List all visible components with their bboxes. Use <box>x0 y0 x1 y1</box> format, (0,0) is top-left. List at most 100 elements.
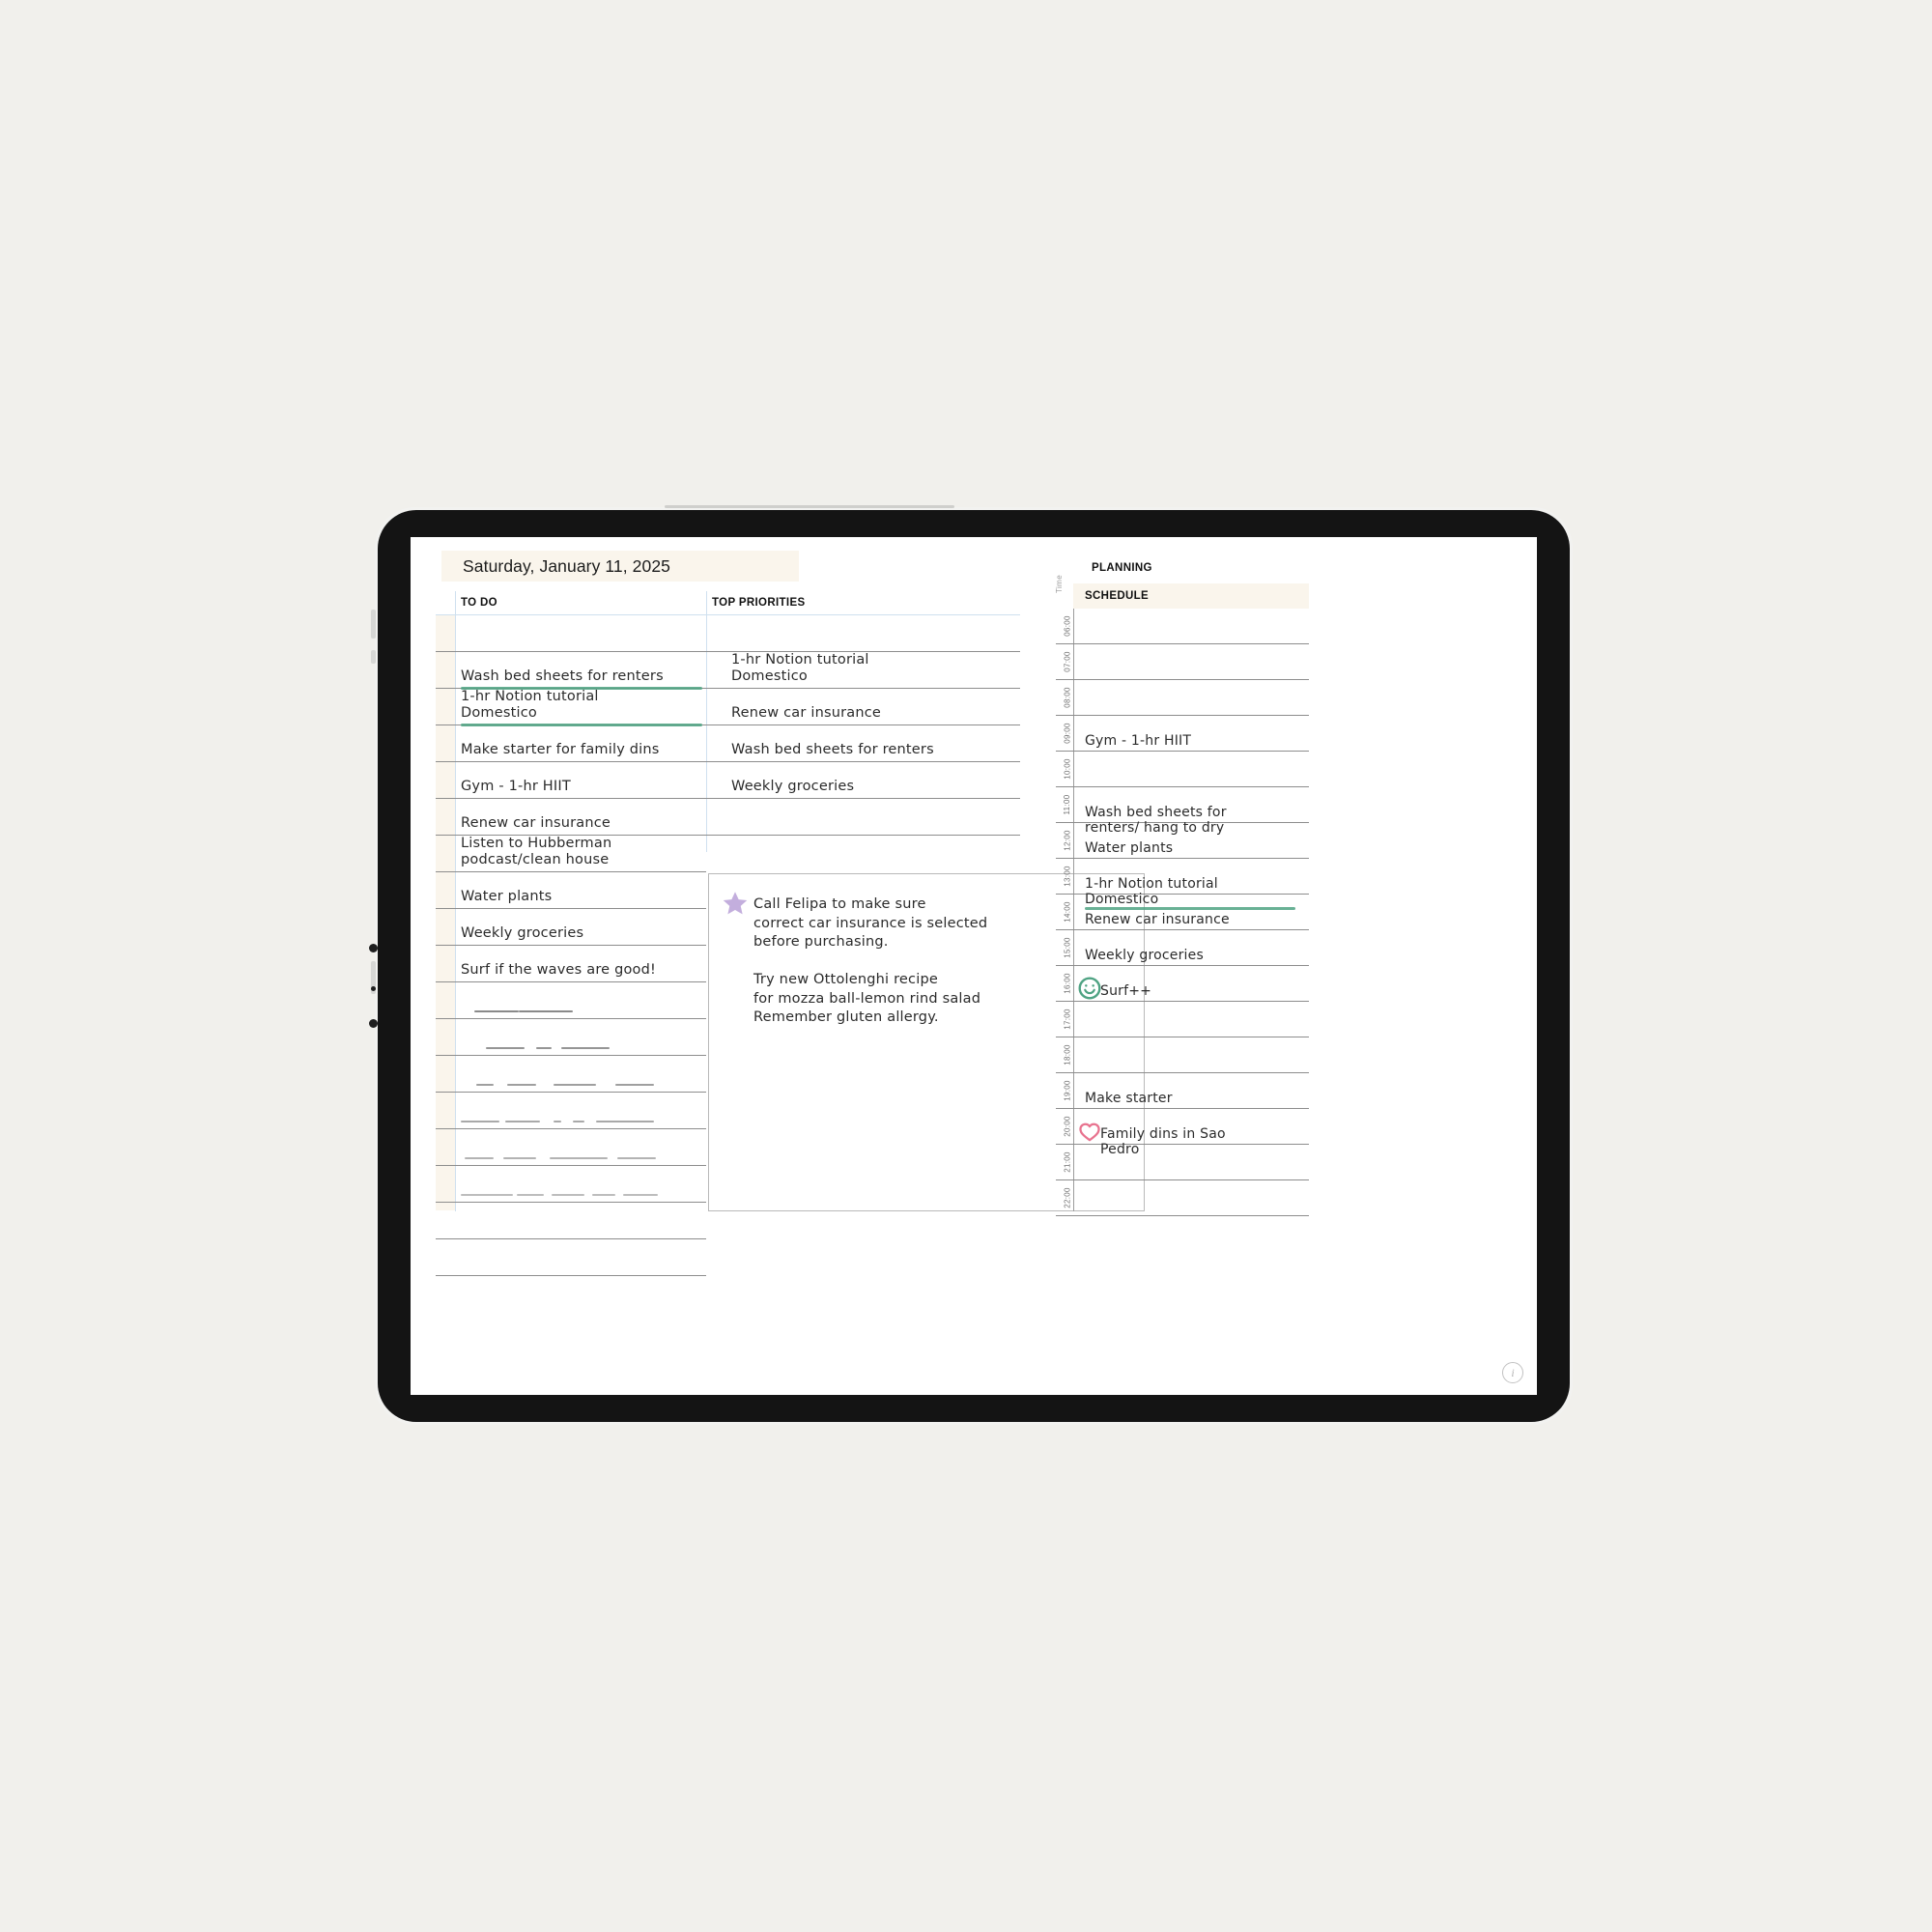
list-item[interactable] <box>706 799 1020 836</box>
list-item-text: Water plants <box>461 889 553 905</box>
list-item[interactable]: Weekly groceries <box>706 762 1020 799</box>
list-item[interactable]: Water plants <box>436 872 706 909</box>
info-button[interactable]: i <box>1502 1362 1523 1383</box>
schedule-time-label: 11:00 <box>1062 794 1071 815</box>
handwriting-mark <box>536 1047 552 1049</box>
list-item[interactable]: Weekly groceries <box>436 909 706 946</box>
schedule-time-label: 10:00 <box>1063 758 1072 780</box>
schedule-entry-text: Make starter <box>1085 1090 1173 1106</box>
empty-list-row[interactable] <box>436 982 706 1019</box>
handwriting-mark <box>623 1194 658 1196</box>
schedule-row[interactable]: 21:00 <box>1056 1145 1309 1180</box>
schedule-row[interactable]: 10:00 <box>1056 752 1309 787</box>
handwriting-mark <box>503 1157 536 1159</box>
handwriting-mark <box>615 1084 654 1086</box>
volume-up-button[interactable] <box>371 610 376 639</box>
handwriting-mark <box>617 1157 656 1159</box>
list-item[interactable]: Listen to Hubberman podcast/clean house <box>436 836 706 872</box>
schedule-row[interactable]: 15:00 Weekly groceries <box>1056 930 1309 966</box>
list-item[interactable]: Wash bed sheets for renters <box>436 652 706 690</box>
schedule-row[interactable]: 13:00 1-hr Notion tutorial Domestico <box>1056 859 1309 911</box>
schedule-time-label: 09:00 <box>1063 723 1072 744</box>
star-icon <box>723 892 748 915</box>
schedule-entry-text: Weekly groceries <box>1085 947 1204 963</box>
handwriting-mark <box>573 1121 584 1122</box>
planner-page: Saturday, January 11, 2025 TO DO TOP PRI… <box>411 537 1537 1395</box>
todo-heading: TO DO <box>461 597 497 609</box>
handwriting-mark <box>550 1157 608 1159</box>
date-banner[interactable]: Saturday, January 11, 2025 <box>441 551 799 582</box>
schedule-time-label: 07:00 <box>1063 651 1072 672</box>
schedule-time-label: 19:00 <box>1063 1080 1072 1101</box>
schedule-row[interactable]: 12:00 Water plants <box>1056 823 1309 859</box>
schedule-row[interactable]: 06:00 <box>1056 609 1309 644</box>
list-item[interactable]: Wash bed sheets for renters <box>706 725 1020 762</box>
empty-list-row[interactable] <box>436 1093 706 1129</box>
schedule-row[interactable]: 09:00 Gym - 1-hr HIIT <box>1056 716 1309 752</box>
schedule-row[interactable]: 14:00 Renew car insurance <box>1056 895 1309 930</box>
list-item-text: Listen to Hubberman podcast/clean house <box>461 836 612 868</box>
list-item-text: Surf if the waves are good! <box>461 962 657 979</box>
list-item[interactable]: 1-hr Notion tutorial Domestico <box>436 689 706 726</box>
list-item-text: 1-hr Notion tutorial Domestico <box>461 689 599 722</box>
schedule-time-label: 17:00 <box>1063 1009 1072 1030</box>
handwriting-mark <box>461 1194 513 1196</box>
volume-down-button[interactable] <box>371 650 376 664</box>
schedule-time-label: 12:00 <box>1063 830 1072 851</box>
handwriting-mark <box>519 1010 573 1012</box>
list-item[interactable]: Surf if the waves are good! <box>436 946 706 982</box>
schedule-row[interactable]: 11:00 Wash bed sheets for renters/ hang t… <box>1056 787 1309 836</box>
top-priorities-list: 1-hr Notion tutorial Domestico Renew car … <box>706 615 1020 836</box>
schedule-row[interactable]: 16:00 Surf++ <box>1056 966 1309 1002</box>
schedule-panel: Time SCHEDULE 06:00 07:00 08:00 09:00 Gym - … <box>1055 575 1309 1216</box>
tablet-screen: Saturday, January 11, 2025 TO DO TOP PRI… <box>411 537 1537 1395</box>
handwriting-mark <box>517 1194 544 1196</box>
schedule-entry-text: Surf++ <box>1100 982 1152 999</box>
time-axis-label: Time <box>1055 574 1064 593</box>
list-item[interactable]: Make starter for family dins <box>436 725 706 762</box>
schedule-time-label: 13:00 <box>1063 866 1072 887</box>
list-item-text: Weekly groceries <box>461 925 584 942</box>
handwriting-mark <box>474 1010 519 1012</box>
empty-list-row[interactable] <box>436 1166 706 1203</box>
handwriting-mark <box>552 1194 584 1196</box>
heart-icon <box>1079 1122 1100 1142</box>
empty-list-row[interactable] <box>436 1056 706 1093</box>
list-item-text: Weekly groceries <box>731 779 855 795</box>
empty-list-row[interactable] <box>436 1019 706 1056</box>
schedule-row[interactable]: 18:00 <box>1056 1037 1309 1073</box>
list-item[interactable]: 1-hr Notion tutorial Domestico <box>706 652 1020 689</box>
smart-connector-dot <box>369 1019 378 1028</box>
schedule-time-label: 20:00 <box>1063 1116 1072 1137</box>
todo-list: Wash bed sheets for renters 1-hr Notion t… <box>436 615 706 1276</box>
handwriting-mark <box>554 1121 561 1122</box>
antenna-line <box>665 505 954 508</box>
schedule-time-label: 15:00 <box>1063 937 1072 958</box>
list-item-text: Wash bed sheets for renters <box>461 668 664 685</box>
empty-list-row[interactable] <box>436 1203 706 1239</box>
schedule-row[interactable]: 07:00 <box>1056 644 1309 680</box>
handwriting-mark <box>486 1047 525 1049</box>
schedule-heading-bar: SCHEDULE <box>1073 583 1309 609</box>
list-item-text: Make starter for family dins <box>461 742 660 758</box>
schedule-entry-text: Renew car insurance <box>1085 911 1230 927</box>
empty-list-row[interactable] <box>436 1129 706 1166</box>
handwriting-mark <box>476 1084 494 1086</box>
list-item[interactable]: Renew car insurance <box>436 799 706 836</box>
schedule-row[interactable]: 22:00 <box>1056 1180 1309 1216</box>
list-item-text: Wash bed sheets for renters <box>731 742 934 758</box>
schedule-row[interactable]: 20:00 Family dins in Sao Pedro <box>1056 1109 1309 1157</box>
list-item[interactable] <box>706 615 1020 652</box>
list-item[interactable]: Gym - 1-hr HIIT <box>436 762 706 799</box>
schedule-row[interactable]: 17:00 <box>1056 1002 1309 1037</box>
smiley-icon <box>1078 977 1101 1000</box>
list-item[interactable] <box>436 615 706 652</box>
handwriting-mark <box>505 1121 540 1122</box>
list-item-text: Renew car insurance <box>731 705 882 722</box>
schedule-row[interactable]: 19:00 Make starter <box>1056 1073 1309 1109</box>
tablet-bezel: Saturday, January 11, 2025 TO DO TOP PRI… <box>378 510 1570 1422</box>
list-item[interactable]: Renew car insurance <box>706 689 1020 725</box>
empty-list-row[interactable] <box>436 1239 706 1276</box>
schedule-time-label: 06:00 <box>1063 615 1072 637</box>
schedule-row[interactable]: 08:00 <box>1056 680 1309 716</box>
